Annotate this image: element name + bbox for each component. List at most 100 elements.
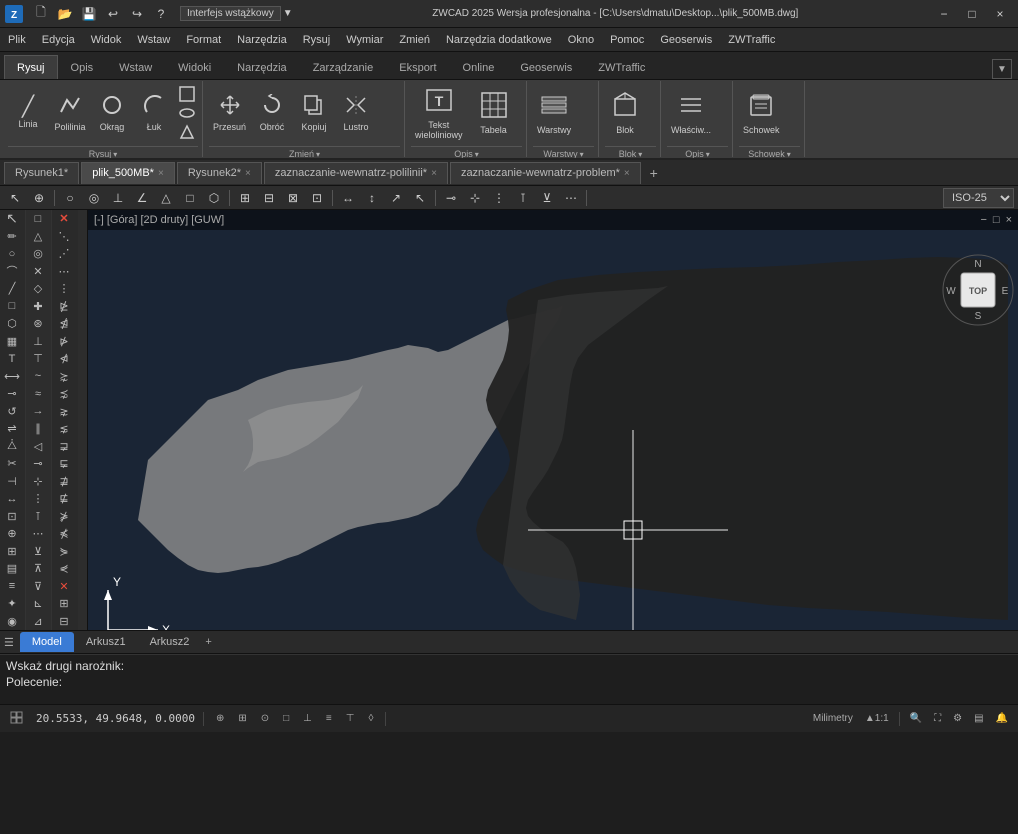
tool4-btn[interactable]: ∠ bbox=[131, 187, 153, 209]
tab-geoserwis[interactable]: Geoserwis bbox=[507, 55, 585, 79]
pointer-btn[interactable]: ↖ bbox=[4, 187, 26, 209]
sb-tool-prop[interactable]: ≡ bbox=[0, 578, 24, 596]
sb-tool-scale[interactable]: ⊡ bbox=[0, 508, 24, 526]
tool13-btn[interactable]: ↕ bbox=[361, 187, 383, 209]
menu-narzedzia-dodatkowe[interactable]: Narzędzia dodatkowe bbox=[438, 28, 560, 51]
obroc-btn[interactable]: Obróć bbox=[252, 83, 292, 143]
tab-arkusz1[interactable]: Arkusz1 bbox=[74, 632, 138, 652]
sb-snap-node[interactable]: ✕ bbox=[26, 263, 50, 281]
sb-extra-16[interactable]: ⋢ bbox=[52, 490, 76, 508]
doc-tab-rysunek2[interactable]: Rysunek2* × bbox=[177, 162, 262, 184]
sb-extra-9[interactable]: ⋩ bbox=[52, 368, 76, 386]
iso-select[interactable]: ISO-25 ISO-50 ISO-75 ISO-100 bbox=[943, 188, 1014, 208]
sb-snap-mid[interactable]: ⊸ bbox=[26, 455, 50, 473]
sb-snap-pt[interactable]: ⊹ bbox=[26, 473, 50, 491]
sb-extra-last[interactable]: ⊟ bbox=[52, 613, 76, 631]
redo-btn[interactable]: ↪ bbox=[126, 3, 148, 25]
scale-display[interactable]: ▲ 1:1 bbox=[861, 708, 893, 730]
save-btn[interactable]: 💾 bbox=[78, 3, 100, 25]
doc-tab-rysunek1[interactable]: Rysunek1* bbox=[4, 162, 79, 184]
menu-pomoc[interactable]: Pomoc bbox=[602, 28, 652, 51]
bottom-menu-btn[interactable]: ☰ bbox=[4, 636, 14, 649]
undo-btn[interactable]: ↩ bbox=[102, 3, 124, 25]
minimize-btn[interactable]: − bbox=[930, 0, 958, 28]
tool1-btn[interactable]: ○ bbox=[59, 187, 81, 209]
sb-tool-move[interactable]: ⊕ bbox=[0, 525, 24, 543]
sb-tool-offset[interactable]: ⧊ bbox=[0, 438, 24, 456]
lustro-btn[interactable]: Lustro bbox=[336, 83, 376, 143]
sb-tool-layers[interactable]: ▤ bbox=[0, 560, 24, 578]
sb-tool-mirror[interactable]: ⇌ bbox=[0, 420, 24, 438]
sb-snap-extra6[interactable]: ⊽ bbox=[26, 578, 50, 596]
close-btn[interactable]: × bbox=[986, 0, 1014, 28]
tool15-btn[interactable]: ↖ bbox=[409, 187, 431, 209]
menu-format[interactable]: Format bbox=[178, 28, 229, 51]
tool3-btn[interactable]: ⊥ bbox=[107, 187, 129, 209]
sb-snap-ext[interactable]: → bbox=[26, 403, 50, 421]
sb-extra-12[interactable]: ⋦ bbox=[52, 420, 76, 438]
sb-snap-extra4[interactable]: ⊻ bbox=[26, 543, 50, 561]
tool20-btn[interactable]: ⊻ bbox=[536, 187, 558, 209]
menu-wstaw[interactable]: Wstaw bbox=[129, 28, 178, 51]
sb-snap-perp[interactable]: ⊥ bbox=[26, 333, 50, 351]
sb-extra-3[interactable]: ⋯ bbox=[52, 263, 76, 281]
sb-snap-par[interactable]: ∥ bbox=[26, 420, 50, 438]
menu-widok[interactable]: Widok bbox=[83, 28, 130, 51]
przesun-btn[interactable]: Przesuń bbox=[209, 83, 250, 143]
sb-extra-13[interactable]: ⋥ bbox=[52, 438, 76, 456]
sb-tool-sound[interactable]: ◉ bbox=[0, 613, 24, 631]
dynin-toggle[interactable]: ⊥ bbox=[299, 708, 316, 730]
sb-tool-pointer[interactable]: ↖ bbox=[0, 210, 24, 228]
rysuj-group-label[interactable]: Rysuj▾ bbox=[8, 146, 198, 160]
sb-extra-grid[interactable]: ⊞ bbox=[52, 595, 76, 613]
tab-model[interactable]: Model bbox=[20, 632, 74, 652]
tool8-btn[interactable]: ⊞ bbox=[234, 187, 256, 209]
blok-group-label[interactable]: Blok▾ bbox=[605, 146, 656, 160]
sb-tool-text[interactable]: T bbox=[0, 350, 24, 368]
doc-tab-zaznaczanie-polilinii[interactable]: zaznaczanie-wewnatrz-polilinii* × bbox=[264, 162, 448, 184]
sb-tool-extend[interactable]: ⊣ bbox=[0, 473, 24, 491]
doc-tab-zaznaczanie-problem-close[interactable]: × bbox=[624, 168, 630, 179]
sb-extra-15[interactable]: ⋣ bbox=[52, 473, 76, 491]
sb-snap-extra8[interactable]: ⊿ bbox=[26, 613, 50, 631]
lineweight-toggle[interactable]: ≡ bbox=[322, 708, 336, 730]
viewport-minimize[interactable]: − bbox=[980, 214, 986, 226]
menu-edycja[interactable]: Edycja bbox=[34, 28, 83, 51]
sb-extra-17[interactable]: ⋡ bbox=[52, 508, 76, 526]
wlasciw-btn[interactable]: Właściw... bbox=[667, 83, 715, 143]
help-btn[interactable]: ? bbox=[150, 3, 172, 25]
sb-snap-extra1[interactable]: ⋮ bbox=[26, 490, 50, 508]
sb-extra-8[interactable]: ⋪ bbox=[52, 350, 76, 368]
sb-extra-close[interactable]: ✕ bbox=[52, 578, 76, 596]
kopiuj-btn[interactable]: Kopiuj bbox=[294, 83, 334, 143]
luk-btn[interactable]: Łuk bbox=[134, 83, 174, 143]
sb-tool-rotate[interactable]: ↺ bbox=[0, 403, 24, 421]
tab-wstaw[interactable]: Wstaw bbox=[106, 55, 165, 79]
doc-tab-plik500mb[interactable]: plik_500MB* × bbox=[81, 162, 175, 184]
tab-rysuj[interactable]: Rysuj bbox=[4, 55, 58, 79]
new-doc-tab-btn[interactable]: + bbox=[643, 162, 665, 184]
polar-toggle[interactable]: ⊙ bbox=[257, 708, 273, 730]
notify-btn[interactable]: 🔔 bbox=[992, 708, 1012, 730]
sb-extra-10[interactable]: ⋨ bbox=[52, 385, 76, 403]
schowek-btn[interactable]: Schowek bbox=[739, 83, 784, 143]
menu-narzedzia[interactable]: Narzędzia bbox=[229, 28, 295, 51]
sb-extra-18[interactable]: ⋠ bbox=[52, 525, 76, 543]
sb-tool-pencil[interactable]: ✏ bbox=[0, 228, 24, 246]
tool18-btn[interactable]: ⋮ bbox=[488, 187, 510, 209]
menu-plik[interactable]: Plik bbox=[0, 28, 34, 51]
polilinia-btn[interactable]: Polilinia bbox=[50, 83, 90, 143]
sb-tool-line[interactable]: ╱ bbox=[0, 280, 24, 298]
tab-widoki[interactable]: Widoki bbox=[165, 55, 224, 79]
doc-tab-zaznaczanie-problem[interactable]: zaznaczanie-wewnatrz-problem* × bbox=[450, 162, 641, 184]
viewport-maximize[interactable]: □ bbox=[993, 214, 1000, 226]
sb-extra-19[interactable]: ⋟ bbox=[52, 543, 76, 561]
qp-toggle[interactable]: ◊ bbox=[364, 708, 377, 730]
doc-tab-plik500mb-close[interactable]: × bbox=[158, 168, 164, 179]
snap-toggle[interactable]: ⊕ bbox=[212, 708, 228, 730]
wlasciw-group-label[interactable]: Opis▾ bbox=[667, 146, 728, 160]
sb-extra-14[interactable]: ⋤ bbox=[52, 455, 76, 473]
sb-tool-star[interactable]: ✦ bbox=[0, 595, 24, 613]
tool21-btn[interactable]: ⋯ bbox=[560, 187, 582, 209]
draw-more-btn3[interactable] bbox=[176, 123, 198, 141]
